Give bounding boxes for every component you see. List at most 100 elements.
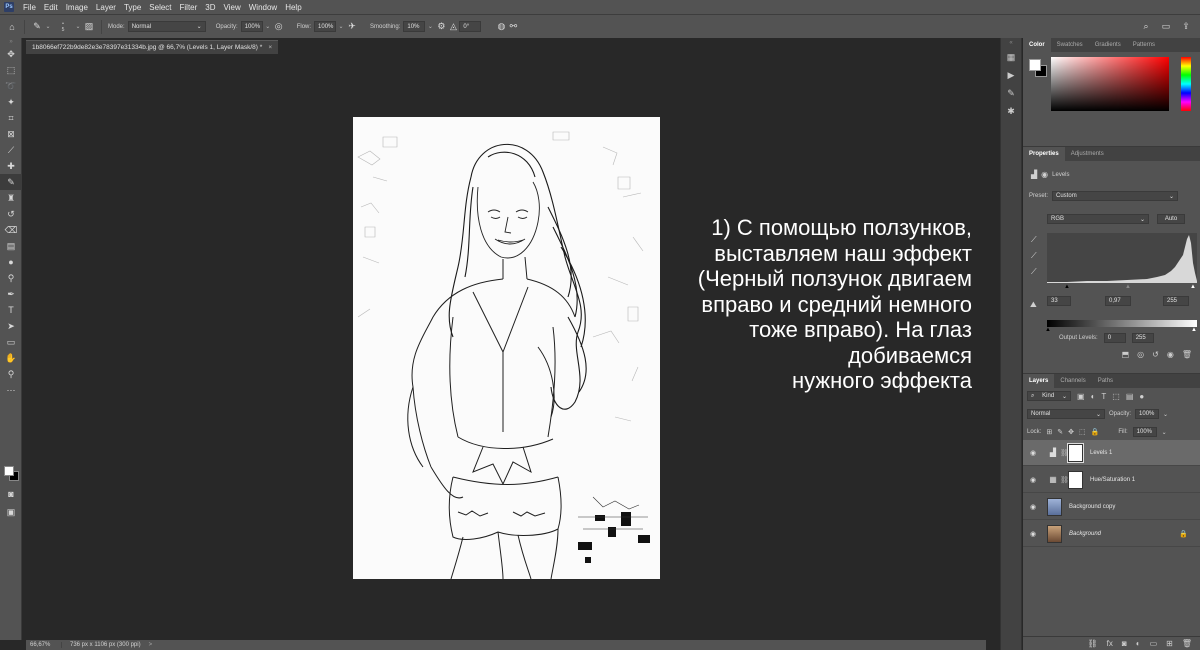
- eye-icon[interactable]: ◉: [1023, 476, 1043, 484]
- chevron-down-icon[interactable]: ⌄: [1162, 429, 1167, 436]
- zoom-tool-icon[interactable]: ⚲: [0, 366, 22, 382]
- marquee-tool-icon[interactable]: ⬚: [0, 62, 22, 78]
- menu-type[interactable]: Type: [120, 3, 145, 12]
- input-black-slider[interactable]: ▲: [1064, 284, 1070, 290]
- menu-image[interactable]: Image: [62, 3, 92, 12]
- hue-slider[interactable]: [1181, 57, 1191, 111]
- output-white-field[interactable]: 255: [1131, 333, 1154, 343]
- layer-row-levels[interactable]: ◉ ▟ ⛓ Levels 1: [1023, 440, 1200, 466]
- share-icon[interactable]: ⇪: [1180, 20, 1192, 32]
- chevron-down-icon[interactable]: ⌄: [336, 21, 346, 32]
- collapse-icon[interactable]: »: [0, 38, 22, 46]
- preset-select[interactable]: Custom ⌄: [1052, 191, 1179, 201]
- input-white-field[interactable]: 255: [1163, 296, 1189, 306]
- close-icon[interactable]: ×: [268, 44, 272, 51]
- history-brush-tool-icon[interactable]: ↺: [0, 206, 22, 222]
- fill-field[interactable]: 100%: [1132, 427, 1157, 437]
- mode-select[interactable]: Normal ⌄: [127, 21, 206, 32]
- pressure-opacity-icon[interactable]: ◎: [273, 21, 285, 33]
- gradient-tool-icon[interactable]: ▤: [0, 238, 22, 254]
- new-group-icon[interactable]: ▭: [1150, 639, 1158, 648]
- reset-icon[interactable]: ↺: [1152, 350, 1159, 359]
- symmetry-icon[interactable]: ⚯: [507, 21, 519, 33]
- chevron-down-icon[interactable]: ⌄: [43, 21, 53, 32]
- shape-filter-icon[interactable]: ⬚: [1112, 392, 1120, 401]
- kind-filter-select[interactable]: ⌕ Kind ⌄: [1027, 391, 1071, 401]
- eye-icon[interactable]: ◉: [1023, 449, 1043, 457]
- eye-icon[interactable]: ◉: [1023, 530, 1043, 538]
- history-panel-icon[interactable]: ▦: [1001, 48, 1021, 66]
- view-previous-icon[interactable]: ◎: [1137, 350, 1144, 359]
- lock-position-icon[interactable]: ✥: [1068, 428, 1074, 436]
- healing-brush-tool-icon[interactable]: ✚: [0, 158, 22, 174]
- menu-select[interactable]: Select: [145, 3, 175, 12]
- color-picker-field[interactable]: [1051, 57, 1169, 111]
- crop-tool-icon[interactable]: ⌗: [0, 110, 22, 126]
- tab-properties[interactable]: Properties: [1023, 147, 1065, 161]
- eye-icon[interactable]: ◉: [1023, 503, 1043, 511]
- tab-paths[interactable]: Paths: [1092, 378, 1119, 384]
- gray-point-eyedropper-icon[interactable]: ⟋: [1031, 251, 1041, 261]
- input-black-field[interactable]: 33: [1047, 296, 1071, 306]
- layer-row-hue-saturation[interactable]: ◉ ▦ ⛓ Hue/Saturation 1: [1023, 467, 1200, 493]
- menu-layer[interactable]: Layer: [92, 3, 120, 12]
- layer-row-background[interactable]: ◉ Background 🔒: [1023, 521, 1200, 547]
- output-white-slider[interactable]: ▲: [1191, 327, 1197, 333]
- layer-mask-thumbnail[interactable]: [1068, 470, 1083, 489]
- search-icon[interactable]: ⌕: [1140, 20, 1152, 32]
- blend-mode-select[interactable]: Normal ⌄: [1027, 409, 1105, 419]
- menu-file[interactable]: File: [19, 3, 40, 12]
- brush-settings-icon[interactable]: ▨: [83, 21, 95, 33]
- opacity-field[interactable]: 100%: [240, 21, 263, 32]
- layer-thumbnail[interactable]: [1047, 497, 1062, 516]
- brushes-panel-icon[interactable]: ✱: [1001, 102, 1021, 120]
- lock-all-icon[interactable]: 🔒: [1091, 428, 1100, 436]
- canvas-area[interactable]: 1) С помощью ползунков, выставляем наш э…: [26, 55, 986, 640]
- new-layer-icon[interactable]: ⊞: [1166, 639, 1173, 648]
- tab-gradients[interactable]: Gradients: [1089, 42, 1127, 48]
- layer-mask-thumbnail[interactable]: [1067, 442, 1084, 463]
- pixel-filter-icon[interactable]: ▣: [1077, 392, 1085, 401]
- actions-panel-icon[interactable]: ▶: [1001, 66, 1021, 84]
- link-icon[interactable]: ⛓: [1060, 476, 1069, 484]
- brush-tool-icon[interactable]: ✎: [31, 21, 43, 33]
- mask-icon[interactable]: ◉: [1041, 170, 1048, 179]
- menu-edit[interactable]: Edit: [40, 3, 62, 12]
- pressure-size-icon[interactable]: ◍: [495, 21, 507, 33]
- chevron-down-icon[interactable]: ⌄: [263, 21, 273, 32]
- tab-color[interactable]: Color: [1023, 38, 1051, 52]
- rectangle-tool-icon[interactable]: ▭: [0, 334, 22, 350]
- lock-pixels-icon[interactable]: ⊞: [1046, 428, 1052, 436]
- lock-artboard-icon[interactable]: ⬚: [1079, 428, 1086, 436]
- screen-mode-icon[interactable]: ▣: [0, 504, 22, 520]
- white-point-eyedropper-icon[interactable]: ⟋: [1031, 267, 1041, 277]
- color-panel-foreground[interactable]: [1029, 59, 1041, 71]
- link-icon[interactable]: ⛓: [1060, 449, 1069, 457]
- lock-paint-icon[interactable]: ✎: [1057, 428, 1063, 436]
- stamp-tool-icon[interactable]: ♜: [0, 190, 22, 206]
- menu-view[interactable]: View: [220, 3, 245, 12]
- frame-tool-icon[interactable]: ⊠: [0, 126, 22, 142]
- document-info[interactable]: 736 px x 1106 px (300 ppi): [62, 642, 141, 648]
- path-selection-tool-icon[interactable]: ➤: [0, 318, 22, 334]
- trash-icon[interactable]: 🗑: [1182, 350, 1192, 359]
- smart-object-filter-icon[interactable]: ▤: [1126, 392, 1134, 401]
- collapse-icon[interactable]: «: [1001, 38, 1021, 48]
- foreground-color-swatch[interactable]: [4, 466, 14, 476]
- layer-thumbnail[interactable]: [1047, 524, 1062, 543]
- input-gamma-field[interactable]: 0,97: [1105, 296, 1131, 306]
- tab-channels[interactable]: Channels: [1054, 378, 1091, 384]
- link-layers-icon[interactable]: ⛓: [1088, 639, 1098, 648]
- clip-shadows-icon[interactable]: ⛰: [1030, 300, 1037, 310]
- brush-settings-panel-icon[interactable]: ✎: [1001, 84, 1021, 102]
- layer-opacity-field[interactable]: 100%: [1135, 409, 1160, 419]
- zoom-level[interactable]: 66,67%: [26, 642, 62, 648]
- move-tool-icon[interactable]: ✥: [0, 46, 22, 62]
- type-tool-icon[interactable]: T: [0, 302, 22, 318]
- tab-layers[interactable]: Layers: [1023, 374, 1055, 388]
- output-black-slider[interactable]: ▲: [1045, 327, 1051, 333]
- clip-to-layer-icon[interactable]: ⬒: [1122, 350, 1130, 359]
- hand-tool-icon[interactable]: ✋: [0, 350, 22, 366]
- black-point-eyedropper-icon[interactable]: ⟋: [1031, 235, 1041, 245]
- input-white-slider[interactable]: ▲: [1190, 284, 1196, 290]
